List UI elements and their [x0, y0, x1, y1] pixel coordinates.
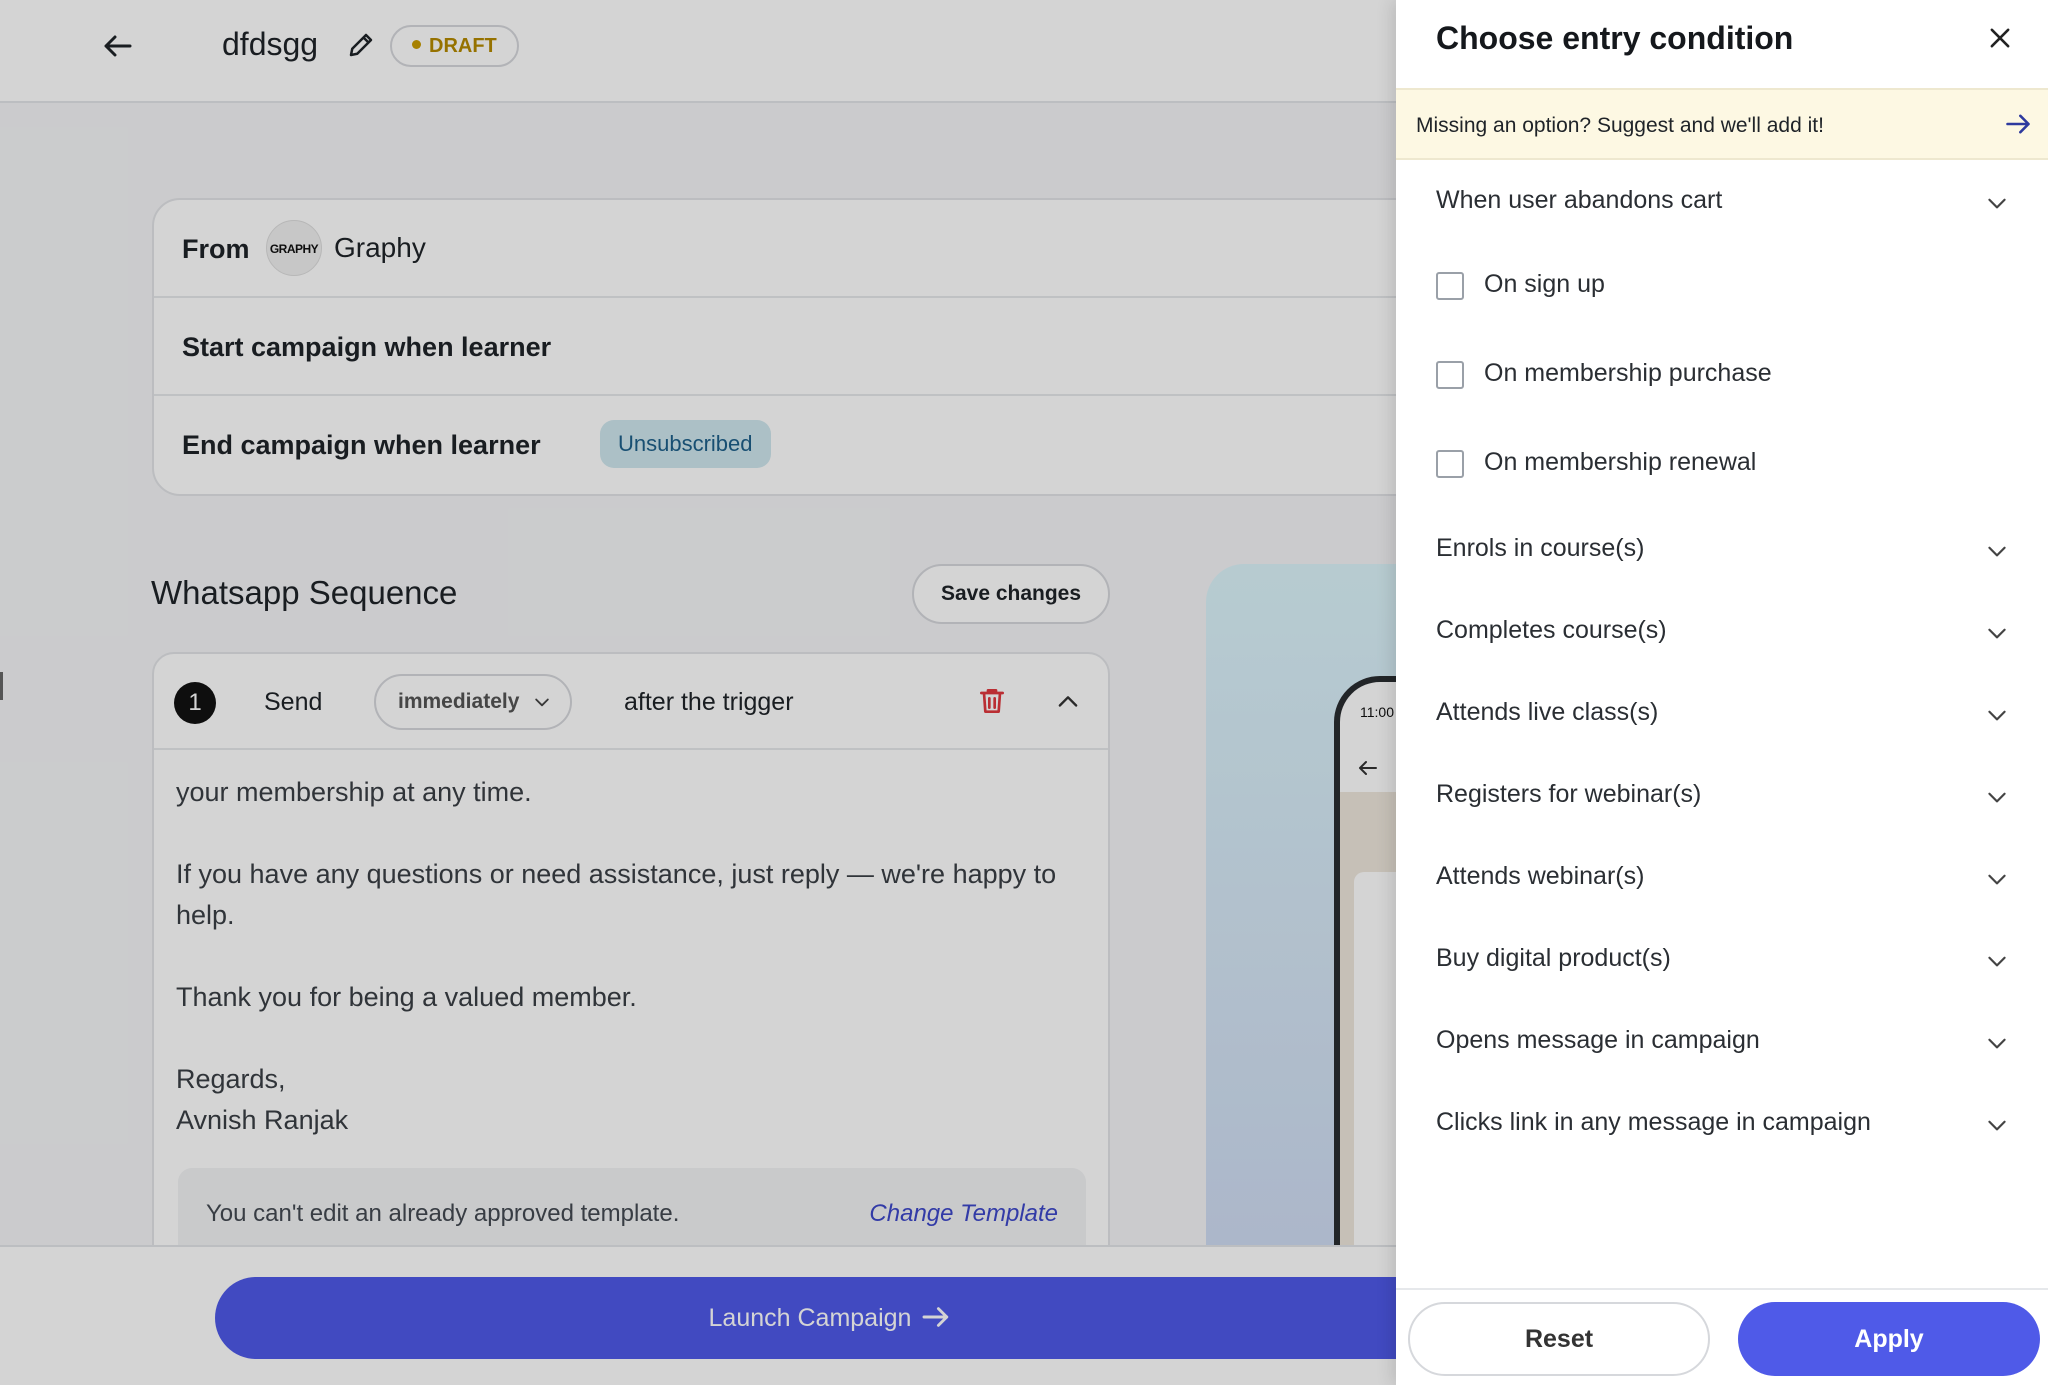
modal-backdrop[interactable] — [0, 0, 1396, 1385]
chevron-down-icon — [1988, 1038, 2006, 1049]
checkbox-on-sign-up[interactable]: On sign up — [1436, 262, 1996, 312]
condition-group-clicks-link[interactable]: Clicks link in any message in campaign — [1396, 1092, 2048, 1152]
condition-group-abandons-cart[interactable]: When user abandons cart — [1396, 170, 2048, 230]
checkbox-on-membership-purchase[interactable]: On membership purchase — [1436, 351, 1996, 401]
close-icon[interactable] — [1986, 24, 2014, 52]
condition-group-enrols-in-course[interactable]: Enrols in course(s) — [1396, 518, 2048, 578]
apply-button[interactable]: Apply — [1738, 1302, 2040, 1376]
chevron-down-icon — [1988, 874, 2006, 885]
condition-group-completes-course[interactable]: Completes course(s) — [1396, 600, 2048, 660]
checkbox-on-membership-renewal[interactable]: On membership renewal — [1436, 440, 1996, 490]
chevron-down-icon — [1988, 628, 2006, 639]
chevron-down-icon — [1988, 956, 2006, 967]
checkbox[interactable] — [1436, 450, 1464, 478]
checkbox-label: On sign up — [1484, 270, 1605, 298]
chevron-down-icon — [1988, 1120, 2006, 1131]
condition-group-attends-live-class[interactable]: Attends live class(s) — [1396, 682, 2048, 742]
condition-group-label: Enrols in course(s) — [1436, 534, 1645, 562]
condition-group-label: Opens message in campaign — [1436, 1026, 1760, 1054]
condition-group-label: Buy digital product(s) — [1436, 944, 1671, 972]
chevron-down-icon — [1988, 792, 2006, 803]
drawer-title: Choose entry condition — [1436, 20, 1794, 56]
suggest-option-banner[interactable]: Missing an option? Suggest and we'll add… — [1396, 88, 2048, 160]
condition-group-label: Attends live class(s) — [1436, 698, 1659, 726]
condition-group-label: Registers for webinar(s) — [1436, 780, 1702, 808]
arrow-right-icon — [2006, 114, 2030, 134]
condition-group-attends-webinar[interactable]: Attends webinar(s) — [1396, 846, 2048, 906]
chevron-down-icon — [1988, 198, 2006, 209]
entry-condition-drawer: Choose entry condition Missing an option… — [1396, 0, 2048, 1385]
checkbox-label: On membership purchase — [1484, 359, 1772, 387]
condition-group-buy-digital-product[interactable]: Buy digital product(s) — [1396, 928, 2048, 988]
condition-group-label: Clicks link in any message in campaign — [1436, 1108, 1871, 1136]
drawer-footer: Reset Apply — [1396, 1288, 2048, 1385]
edge-marker — [0, 672, 3, 700]
condition-group-label: Completes course(s) — [1436, 616, 1667, 644]
checkbox[interactable] — [1436, 361, 1464, 389]
suggest-option-text: Missing an option? Suggest and we'll add… — [1416, 114, 1824, 137]
condition-group-opens-message[interactable]: Opens message in campaign — [1396, 1010, 2048, 1070]
checkbox-label: On membership renewal — [1484, 448, 1757, 476]
condition-group-registers-webinar[interactable]: Registers for webinar(s) — [1396, 764, 2048, 824]
condition-group-label: Attends webinar(s) — [1436, 862, 1645, 890]
reset-button[interactable]: Reset — [1408, 1302, 1710, 1376]
condition-group-label: When user abandons cart — [1436, 186, 1723, 214]
checkbox[interactable] — [1436, 272, 1464, 300]
chevron-down-icon — [1988, 710, 2006, 721]
chevron-down-icon — [1988, 546, 2006, 557]
